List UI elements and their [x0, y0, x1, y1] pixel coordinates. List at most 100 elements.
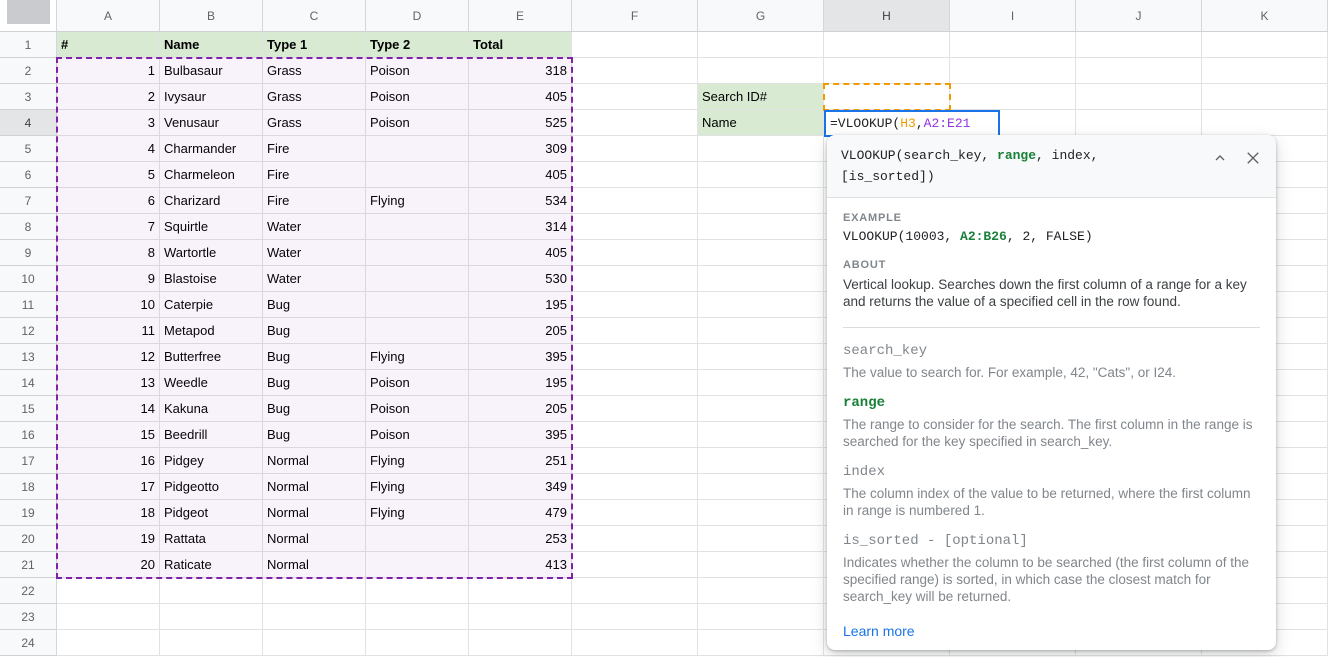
- cell-A19[interactable]: 18: [57, 500, 160, 526]
- cell-D7[interactable]: Flying: [366, 188, 469, 214]
- cell-C6[interactable]: Fire: [263, 162, 366, 188]
- cell-E15[interactable]: 205: [469, 396, 572, 422]
- cell-E10[interactable]: 530: [469, 266, 572, 292]
- cell-F16[interactable]: [572, 422, 698, 448]
- cell-F19[interactable]: [572, 500, 698, 526]
- cell-F3[interactable]: [572, 84, 698, 110]
- cell-E3[interactable]: 405: [469, 84, 572, 110]
- row-header-19[interactable]: 19: [0, 500, 57, 526]
- cell-F15[interactable]: [572, 396, 698, 422]
- cell-E5[interactable]: 309: [469, 136, 572, 162]
- cell-F23[interactable]: [572, 604, 698, 630]
- cell-A12[interactable]: 11: [57, 318, 160, 344]
- cell-A20[interactable]: 19: [57, 526, 160, 552]
- row-header-1[interactable]: 1: [0, 32, 57, 58]
- cell-E20[interactable]: 253: [469, 526, 572, 552]
- cell-B5[interactable]: Charmander: [160, 136, 263, 162]
- cell-A10[interactable]: 9: [57, 266, 160, 292]
- cell-K3[interactable]: [1202, 84, 1328, 110]
- cell-E17[interactable]: 251: [469, 448, 572, 474]
- cell-B2[interactable]: Bulbasaur: [160, 58, 263, 84]
- cell-A6[interactable]: 5: [57, 162, 160, 188]
- cell-D19[interactable]: Flying: [366, 500, 469, 526]
- cell-C10[interactable]: Water: [263, 266, 366, 292]
- cell-E18[interactable]: 349: [469, 474, 572, 500]
- cell-D20[interactable]: [366, 526, 469, 552]
- cell-E14[interactable]: 195: [469, 370, 572, 396]
- column-header-E[interactable]: E: [469, 0, 572, 32]
- cell-C4[interactable]: Grass: [263, 110, 366, 136]
- cell-E2[interactable]: 318: [469, 58, 572, 84]
- cell-G16[interactable]: [698, 422, 824, 448]
- cell-A9[interactable]: 8: [57, 240, 160, 266]
- cell-K2[interactable]: [1202, 58, 1328, 84]
- cell-G3[interactable]: Search ID#: [698, 84, 824, 110]
- column-header-J[interactable]: J: [1076, 0, 1202, 32]
- cell-C18[interactable]: Normal: [263, 474, 366, 500]
- column-header-F[interactable]: F: [572, 0, 698, 32]
- cell-H2[interactable]: [824, 58, 950, 84]
- cell-A3[interactable]: 2: [57, 84, 160, 110]
- cell-B11[interactable]: Caterpie: [160, 292, 263, 318]
- cell-G2[interactable]: [698, 58, 824, 84]
- cell-G13[interactable]: [698, 344, 824, 370]
- column-header-C[interactable]: C: [263, 0, 366, 32]
- cell-G20[interactable]: [698, 526, 824, 552]
- cell-E12[interactable]: 205: [469, 318, 572, 344]
- row-header-17[interactable]: 17: [0, 448, 57, 474]
- cell-F9[interactable]: [572, 240, 698, 266]
- row-header-18[interactable]: 18: [0, 474, 57, 500]
- cell-B8[interactable]: Squirtle: [160, 214, 263, 240]
- cell-F13[interactable]: [572, 344, 698, 370]
- cell-D5[interactable]: [366, 136, 469, 162]
- cell-G7[interactable]: [698, 188, 824, 214]
- row-header-14[interactable]: 14: [0, 370, 57, 396]
- cell-A14[interactable]: 13: [57, 370, 160, 396]
- cell-B15[interactable]: Kakuna: [160, 396, 263, 422]
- row-header-5[interactable]: 5: [0, 136, 57, 162]
- cell-B21[interactable]: Raticate: [160, 552, 263, 578]
- row-header-3[interactable]: 3: [0, 84, 57, 110]
- cell-C16[interactable]: Bug: [263, 422, 366, 448]
- cell-F1[interactable]: [572, 32, 698, 58]
- cell-G22[interactable]: [698, 578, 824, 604]
- cell-C5[interactable]: Fire: [263, 136, 366, 162]
- cell-F2[interactable]: [572, 58, 698, 84]
- cell-B18[interactable]: Pidgeotto: [160, 474, 263, 500]
- row-header-20[interactable]: 20: [0, 526, 57, 552]
- row-header-8[interactable]: 8: [0, 214, 57, 240]
- cell-D23[interactable]: [366, 604, 469, 630]
- cell-D2[interactable]: Poison: [366, 58, 469, 84]
- cell-A13[interactable]: 12: [57, 344, 160, 370]
- learn-more-link[interactable]: Learn more: [843, 623, 915, 639]
- cell-F17[interactable]: [572, 448, 698, 474]
- cell-J4[interactable]: [1076, 110, 1202, 136]
- cell-B22[interactable]: [160, 578, 263, 604]
- cell-A7[interactable]: 6: [57, 188, 160, 214]
- cell-E23[interactable]: [469, 604, 572, 630]
- cell-D21[interactable]: [366, 552, 469, 578]
- cell-C11[interactable]: Bug: [263, 292, 366, 318]
- cell-G15[interactable]: [698, 396, 824, 422]
- cell-G8[interactable]: [698, 214, 824, 240]
- cell-E13[interactable]: 395: [469, 344, 572, 370]
- row-header-23[interactable]: 23: [0, 604, 57, 630]
- cell-F10[interactable]: [572, 266, 698, 292]
- cell-C1[interactable]: Type 1: [263, 32, 366, 58]
- cell-F20[interactable]: [572, 526, 698, 552]
- cell-C9[interactable]: Water: [263, 240, 366, 266]
- cell-G23[interactable]: [698, 604, 824, 630]
- cell-C21[interactable]: Normal: [263, 552, 366, 578]
- cell-B23[interactable]: [160, 604, 263, 630]
- cell-G10[interactable]: [698, 266, 824, 292]
- column-header-A[interactable]: A: [57, 0, 160, 32]
- cell-E22[interactable]: [469, 578, 572, 604]
- cell-B3[interactable]: Ivysaur: [160, 84, 263, 110]
- cell-B14[interactable]: Weedle: [160, 370, 263, 396]
- row-header-12[interactable]: 12: [0, 318, 57, 344]
- cell-D24[interactable]: [366, 630, 469, 656]
- cell-B10[interactable]: Blastoise: [160, 266, 263, 292]
- cell-C22[interactable]: [263, 578, 366, 604]
- cell-G18[interactable]: [698, 474, 824, 500]
- cell-F4[interactable]: [572, 110, 698, 136]
